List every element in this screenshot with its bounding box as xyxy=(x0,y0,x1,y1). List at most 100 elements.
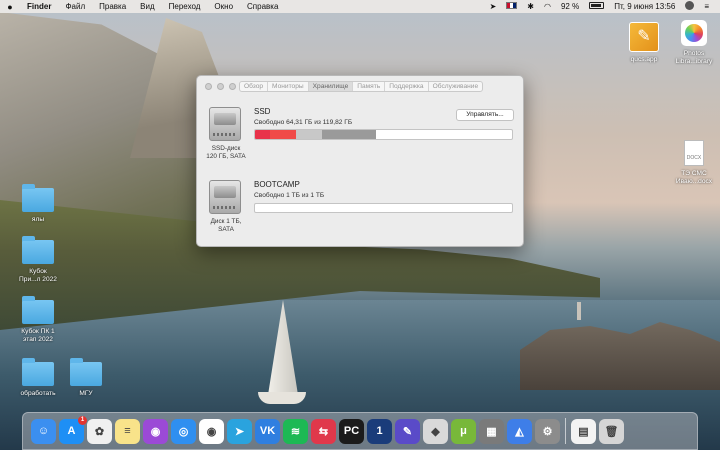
podcasts-icon[interactable]: ◉ xyxy=(143,418,168,444)
tab-overview[interactable]: Обзор xyxy=(240,82,269,91)
folder-icon xyxy=(70,358,102,386)
tab-bar: Обзор Мониторы Хранилище Память Поддержк… xyxy=(239,81,484,92)
trash-icon[interactable]: 🗑 xyxy=(599,418,624,444)
folder-label: Кубок xyxy=(29,268,47,275)
spotify-icon[interactable]: ≋ xyxy=(283,418,308,444)
docx-file-icon[interactable]: ▤ xyxy=(571,418,596,444)
folder-label: Кубок ПК 1 xyxy=(21,328,55,335)
tableplus-icon[interactable]: ⇆ xyxy=(311,418,336,444)
nordvpn-icon[interactable]: ◭ xyxy=(507,418,532,444)
desktop-photos-library[interactable]: Photos Libra...ibrary xyxy=(664,20,720,66)
keyboard-layout-flag-icon[interactable] xyxy=(501,2,522,11)
wallpaper-lighthouse xyxy=(577,302,581,320)
user-avatar-icon[interactable] xyxy=(680,1,699,12)
apple-icon[interactable]: ● xyxy=(0,2,20,12)
tab-support[interactable]: Поддержка xyxy=(385,82,429,91)
folder-label: ялы xyxy=(31,216,45,223)
app-store-icon[interactable]: A1 xyxy=(59,415,87,444)
menu-view[interactable]: Вид xyxy=(133,2,161,11)
system-preferences-icon[interactable]: ⚙ xyxy=(535,418,560,444)
manage-button[interactable]: Управлять... xyxy=(456,109,514,121)
dock-separator xyxy=(565,418,566,444)
docx-tag: DOCX xyxy=(686,155,702,161)
pixelmator-icon[interactable]: ✎ xyxy=(395,418,420,444)
desktop-folder-yaly[interactable]: ялы xyxy=(8,184,68,224)
status-area: ➤ ✱ ◠ 92 % Пт, 9 июня 13:56 ≡ xyxy=(485,1,720,12)
storage-usage-bar xyxy=(254,129,513,140)
file-label-line2: Иваю...docx xyxy=(675,178,713,185)
hard-drive-icon xyxy=(209,107,241,141)
menu-window[interactable]: Окно xyxy=(207,2,240,11)
notification-badge: 1 xyxy=(78,415,87,425)
list-icon[interactable]: ≡ xyxy=(699,2,714,11)
tab-memory[interactable]: Память xyxy=(353,82,386,91)
1password-icon[interactable]: 1 xyxy=(367,418,392,444)
folder-icon xyxy=(22,236,54,264)
desktop-folder-kubok-pk[interactable]: Кубок ПК 1 этап 2022 xyxy=(8,296,68,344)
datetime[interactable]: Пт, 9 июня 13:56 xyxy=(609,2,680,11)
disk-free-space: Свободно 64,31 ГБ из 119,82 ГБ xyxy=(254,119,353,126)
bluetooth-icon[interactable]: ✱ xyxy=(522,2,539,11)
zoom-button[interactable] xyxy=(229,83,236,90)
docx-icon: DOCX xyxy=(684,140,704,166)
utorrent-icon[interactable]: μ xyxy=(451,418,476,444)
disk-caption: SSD-диск 120 ГБ, SATA xyxy=(199,145,253,161)
menu-go[interactable]: Переход xyxy=(162,2,208,11)
menu-help[interactable]: Справка xyxy=(240,2,285,11)
battery-percent[interactable]: 92 % xyxy=(556,2,584,11)
disk-free-space: Свободно 1 ТБ из 1 ТБ xyxy=(254,192,325,199)
menu-bar: ● Finder Файл Правка Вид Переход Окно Сп… xyxy=(0,0,720,13)
minimize-button[interactable] xyxy=(217,83,224,90)
menu-edit[interactable]: Правка xyxy=(92,2,133,11)
close-button[interactable] xyxy=(205,83,212,90)
disk-caption-line1: Диск 1 ТБ, xyxy=(210,218,242,225)
notes-icon[interactable]: ≡ xyxy=(115,418,140,444)
disk-caption: Диск 1 ТБ, SATA xyxy=(199,218,253,234)
desktop-folder-mgu[interactable]: МГУ xyxy=(56,358,116,398)
location-arrow-icon[interactable]: ➤ xyxy=(485,2,502,11)
wallpaper-sailboat-hull xyxy=(258,392,306,404)
folder-icon xyxy=(22,296,54,324)
battery-icon[interactable] xyxy=(584,2,609,11)
qucs-app-icon: ✎ xyxy=(629,22,659,52)
chrome-icon[interactable]: ◉ xyxy=(199,418,224,444)
fox-icon[interactable]: ◆ xyxy=(423,418,448,444)
storage-usage-bar xyxy=(254,203,513,213)
disk-name: BOOTCAMP xyxy=(254,180,300,189)
finder-icon[interactable]: ☺ xyxy=(31,418,56,444)
storage-segment xyxy=(321,130,376,139)
tab-service[interactable]: Обслуживание xyxy=(429,82,483,91)
calculator-icon[interactable]: ▦ xyxy=(479,418,504,444)
disk-caption-line2: 120 ГБ, SATA xyxy=(206,153,246,160)
tab-displays[interactable]: Мониторы xyxy=(268,82,309,91)
telegram-icon[interactable]: ➤ xyxy=(227,418,252,444)
tab-storage[interactable]: Хранилище xyxy=(308,82,354,91)
hard-drive-icon xyxy=(209,180,241,214)
file-label: ТЭ СМС xyxy=(681,170,707,177)
disk-caption-line1: SSD-диск xyxy=(211,145,241,152)
disk-name: SSD xyxy=(254,107,271,116)
window-controls xyxy=(205,83,236,90)
photos-library-icon xyxy=(681,20,707,46)
dock: ☺ A 1 ✿ ≡ ◉ ◎ ◉ ➤ VK ≋ ⇆ PC 1 ✎ ◆ μ ▦ ◭ ⚙ ▤ 🗑 xyxy=(22,412,698,450)
wifi-icon[interactable]: ◠ xyxy=(539,2,556,11)
storage-segment xyxy=(255,130,271,139)
photos-icon[interactable]: ✿ xyxy=(87,418,112,444)
app-label: Photos xyxy=(683,50,705,57)
folder-icon xyxy=(22,184,54,212)
safari-icon[interactable]: ◎ xyxy=(171,418,196,444)
folder-label: МГУ xyxy=(79,390,93,397)
storage-segment xyxy=(296,130,322,139)
desktop-docx-file[interactable]: DOCX ТЭ СМС Иваю...docx xyxy=(664,140,720,186)
folder-label-line2: При...л 2022 xyxy=(19,276,57,283)
disk-caption-line2: SATA xyxy=(218,226,234,233)
menu-finder[interactable]: Finder xyxy=(20,2,58,11)
about-this-mac-window: Обзор Мониторы Хранилище Память Поддержк… xyxy=(196,75,524,247)
storage-segment xyxy=(270,130,297,139)
vk-icon[interactable]: VK xyxy=(255,418,280,444)
folder-icon xyxy=(22,358,54,386)
desktop-folder-kubok[interactable]: Кубок При...л 2022 xyxy=(8,236,68,284)
pycharm-icon[interactable]: PC xyxy=(339,418,364,444)
app-label-line2: Libra...ibrary xyxy=(675,58,713,65)
menu-file[interactable]: Файл xyxy=(58,2,92,11)
